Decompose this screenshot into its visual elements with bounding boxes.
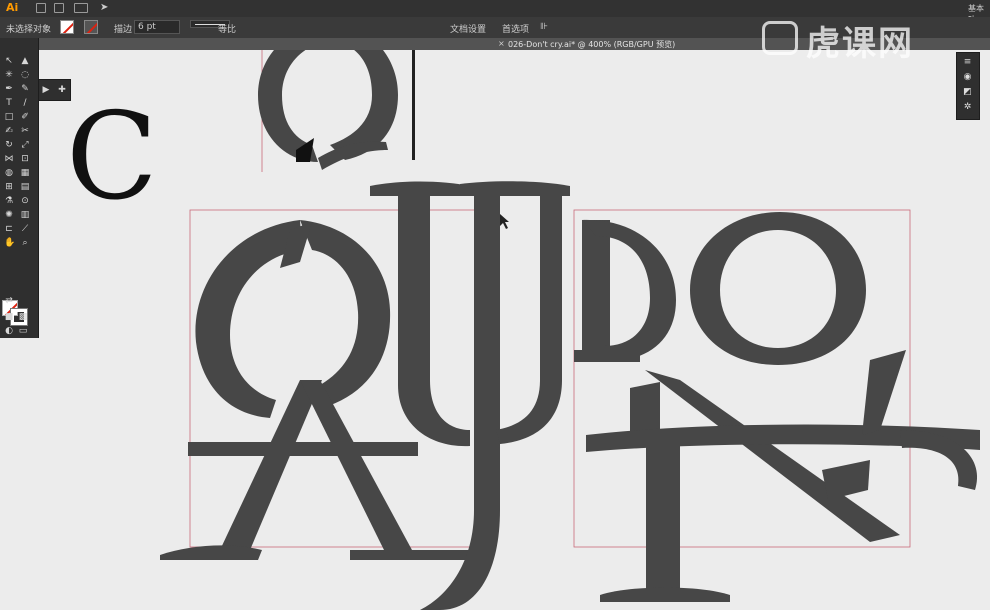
tool-flyout: ▶ ✚ <box>38 79 71 101</box>
symbol-sprayer-icon[interactable]: ✺ <box>4 210 14 220</box>
gradient-mode-icon[interactable]: ▩ <box>18 312 28 322</box>
brush-profile-label[interactable]: 等比 <box>218 22 236 35</box>
scale-icon[interactable]: ⤢ <box>20 140 30 150</box>
preview-letter-c: C <box>66 88 158 227</box>
line-icon[interactable]: / <box>20 98 30 108</box>
perspective-icon[interactable]: ▦ <box>20 168 30 178</box>
right-panel-dock: ≡ ◉ ◩ ✲ <box>956 52 980 120</box>
blend-icon[interactable]: ⊙ <box>20 196 30 206</box>
document-setup-button[interactable]: 文档设置 <box>450 22 486 35</box>
selection-icon[interactable]: ▶ <box>41 85 51 95</box>
graph-icon[interactable]: ▥ <box>20 210 30 220</box>
gpu-performance-icon[interactable]: ➤ <box>100 2 108 13</box>
lasso-icon[interactable]: ◌ <box>20 70 30 80</box>
pen-icon[interactable]: ✒ <box>4 84 14 94</box>
close-tab-icon[interactable]: × <box>498 39 505 48</box>
free-transform-icon[interactable]: ⊡ <box>20 154 30 164</box>
screen-mode-icon[interactable]: ▭ <box>18 326 28 336</box>
menu-bar: Ai ➤ 基本功 <box>0 0 990 24</box>
magic-wand-icon[interactable]: ✳ <box>4 70 14 80</box>
stroke-label[interactable]: 描边 <box>114 22 132 35</box>
selection-status: 未选择对象 <box>6 25 52 35</box>
fill-swatch[interactable] <box>60 20 74 34</box>
hand-icon[interactable]: ✋ <box>4 238 15 248</box>
slice-icon[interactable]: ⟋ <box>20 224 30 234</box>
canvas[interactable]: C <box>0 50 990 610</box>
lettering-glyphs <box>160 181 980 610</box>
selection-icon[interactable]: ↖ <box>4 56 14 66</box>
stroke-weight-field[interactable]: 6 pt <box>134 20 180 34</box>
draw-mode-icon[interactable]: ◐ <box>4 326 14 336</box>
color-mode-icon[interactable]: ■ <box>4 312 14 322</box>
artwork: C <box>66 50 980 610</box>
shaper-icon[interactable]: ✍ <box>4 126 14 136</box>
mesh-icon[interactable]: ⊞ <box>4 182 14 192</box>
mouse-cursor-icon <box>500 214 509 229</box>
artboard-icon[interactable]: ⊏ <box>4 224 14 234</box>
eyedropper-icon[interactable]: ⚗ <box>4 196 14 206</box>
watermark-logo-icon <box>762 21 798 55</box>
properties-icon[interactable]: ≡ <box>962 57 973 68</box>
swap-fill-stroke-icon[interactable]: ⇄ <box>4 296 14 306</box>
watermark-text: 虎课网 <box>806 24 914 64</box>
bridge-icon[interactable] <box>36 3 46 13</box>
direct-selection-icon[interactable]: ▲ <box>20 56 30 66</box>
zoom-icon[interactable]: ⌕ <box>20 238 30 248</box>
rectangle-icon[interactable]: □ <box>4 112 14 122</box>
stroke-swatch[interactable] <box>84 20 98 34</box>
tools-panel: ↖ ▲ ✳ ◌ ✒ ✎ T / □ ✐ ✍ ✂ ↻ ⤢ ⋈ ⊡ ◍ ▦ ⊞ ▤ … <box>0 38 39 338</box>
appearance-icon[interactable]: ✲ <box>962 102 973 113</box>
rotate-icon[interactable]: ↻ <box>4 140 14 150</box>
layers-icon[interactable]: ◩ <box>962 87 973 98</box>
align-icon[interactable]: ⊪ <box>540 22 548 32</box>
stroke-weight-value: 6 pt <box>138 22 156 32</box>
color-icon[interactable]: ◉ <box>962 72 973 83</box>
shape-builder-icon[interactable]: ◍ <box>4 168 14 178</box>
app-logo: Ai <box>6 1 19 14</box>
paintbrush-icon[interactable]: ✐ <box>20 112 30 122</box>
document-tab-title[interactable]: 026-Don't cry.ai* @ 400% (RGB/GPU 预览) <box>508 39 675 50</box>
gradient-icon[interactable]: ▤ <box>20 182 30 192</box>
width-icon[interactable]: ⋈ <box>4 154 14 164</box>
preferences-button[interactable]: 首选项 <box>502 22 529 35</box>
type-icon[interactable]: T <box>4 98 14 108</box>
curvature-icon[interactable]: ✎ <box>20 84 30 94</box>
eraser-icon[interactable]: ✂ <box>20 126 30 136</box>
group-selection-icon[interactable]: ✚ <box>57 85 67 95</box>
arrange-documents-icon[interactable] <box>74 3 88 13</box>
stock-icon[interactable] <box>54 3 64 13</box>
